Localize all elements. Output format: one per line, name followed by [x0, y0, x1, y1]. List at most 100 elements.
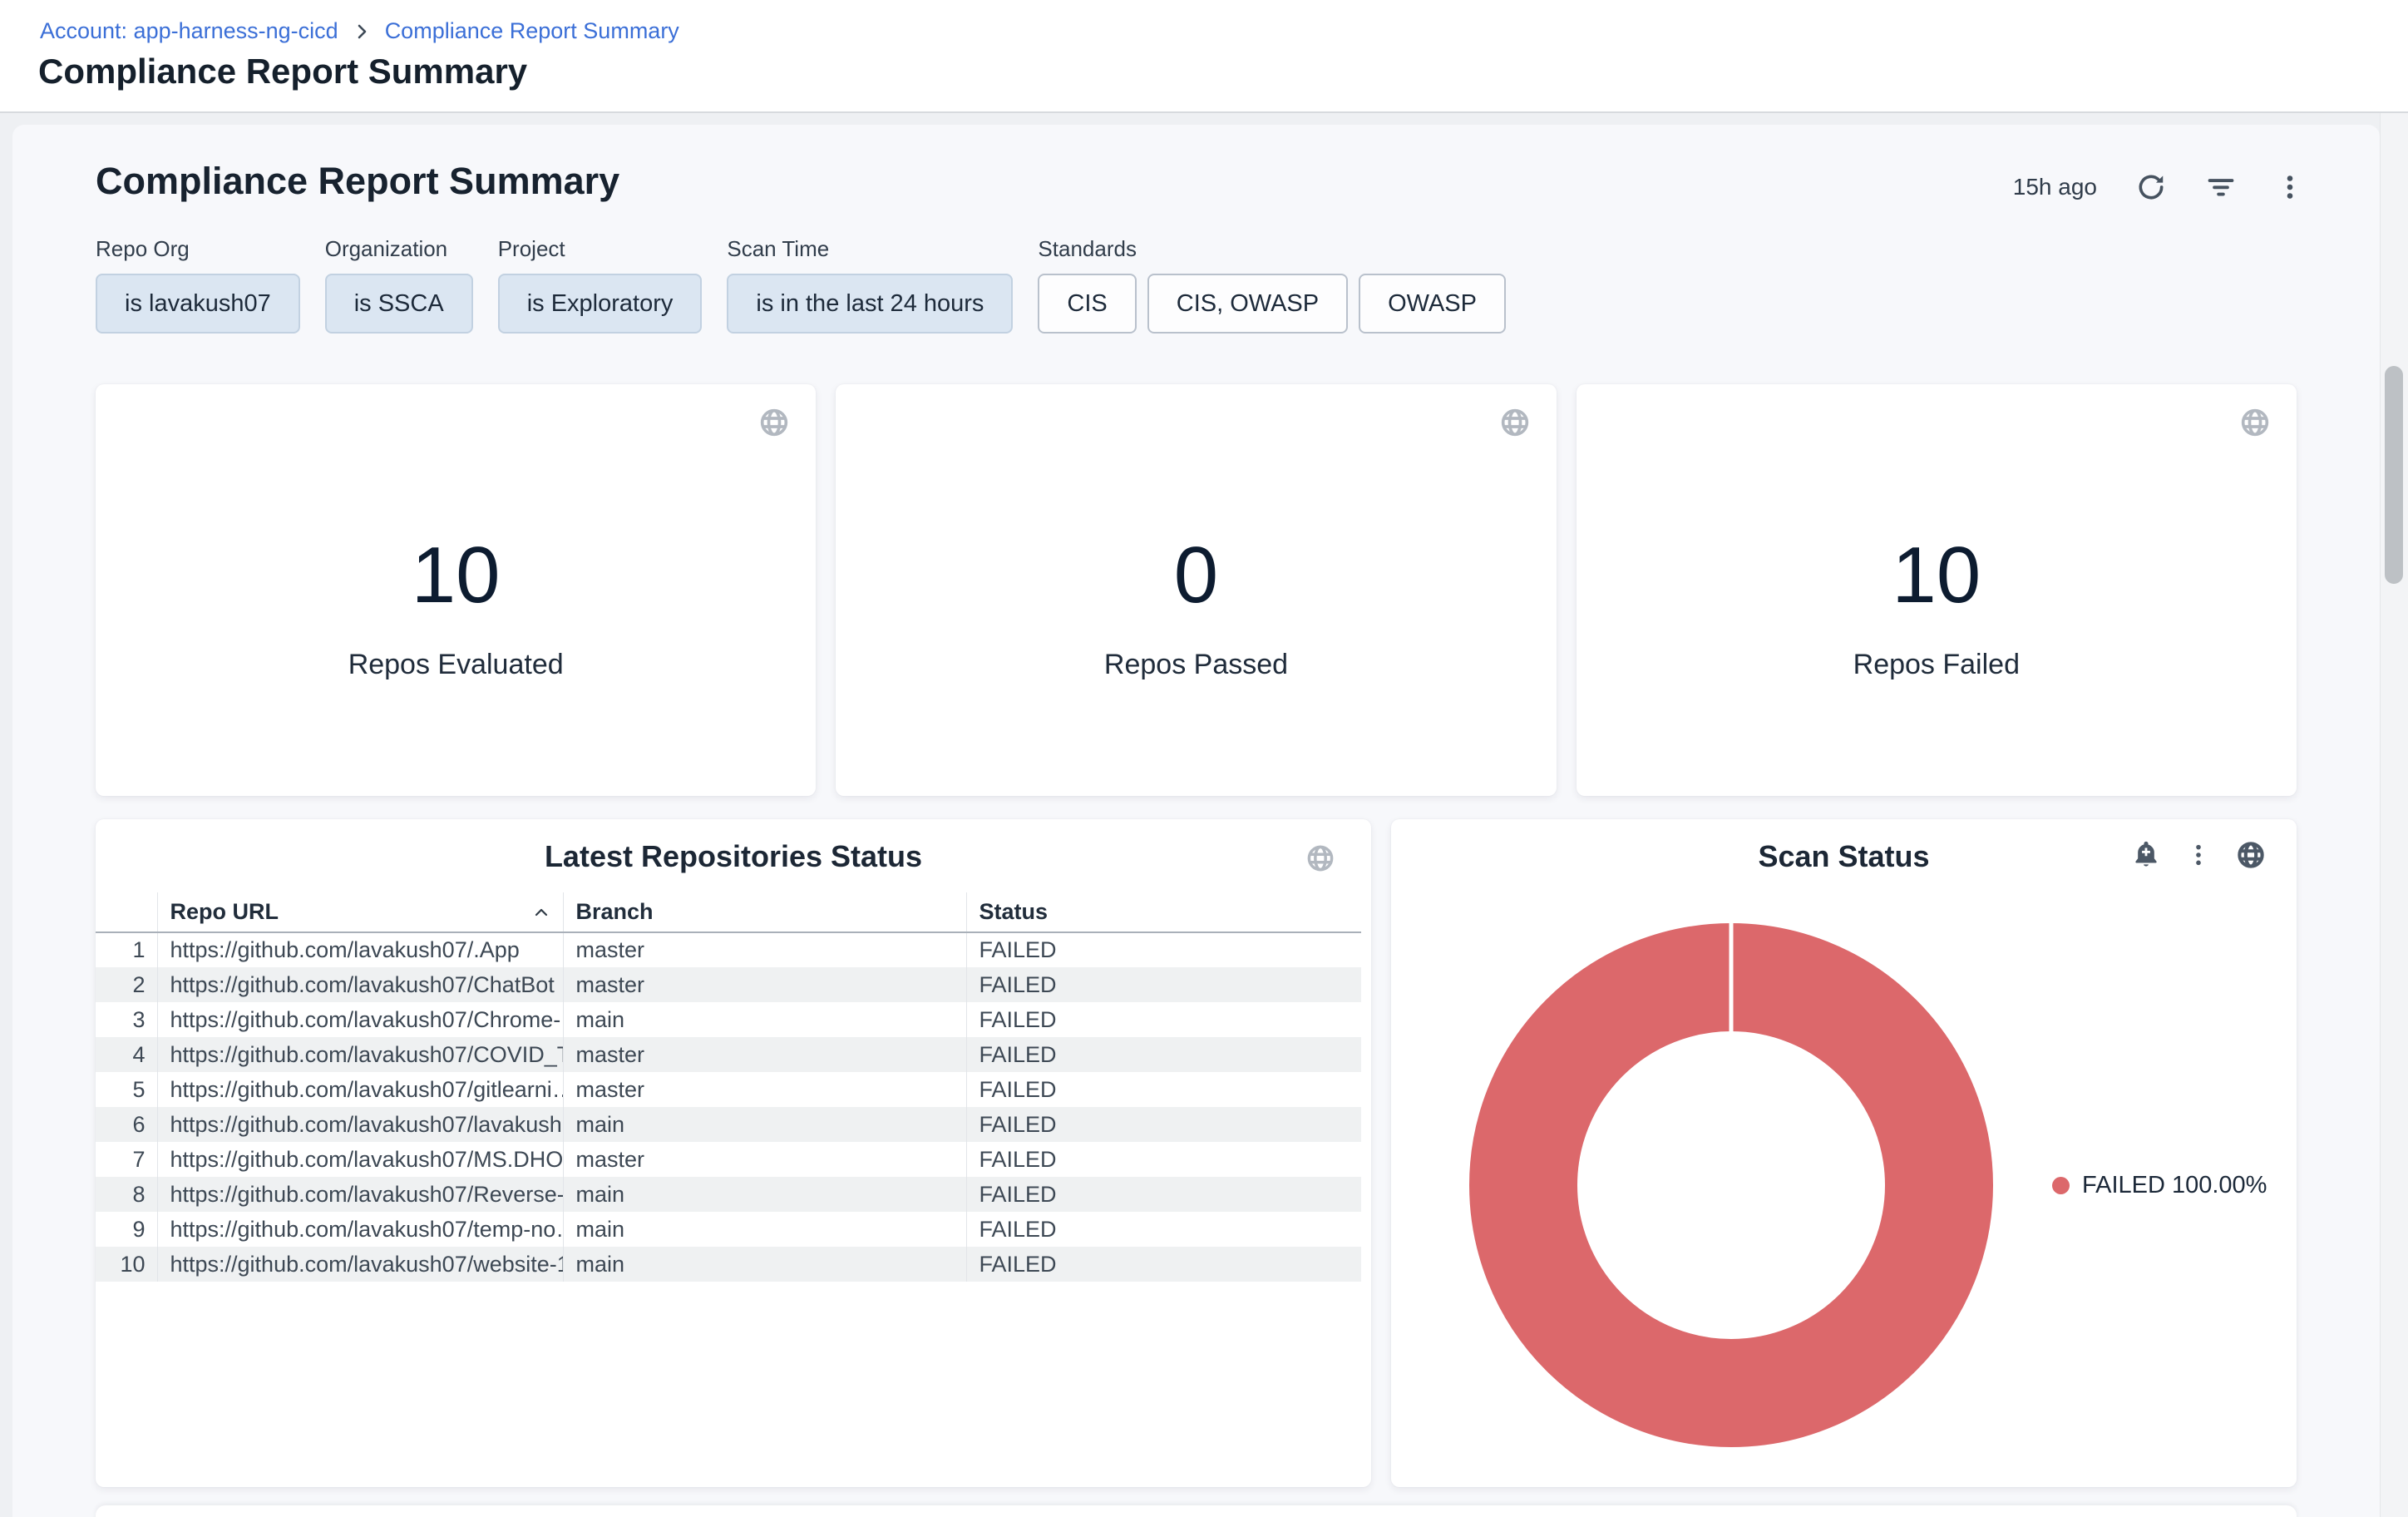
- cell-repo-url: https://github.com/lavakush07/website-1: [157, 1247, 563, 1282]
- column-label: Status: [979, 899, 1049, 924]
- filter-button[interactable]: [2205, 171, 2237, 203]
- table-row: 8https://github.com/lavakush07/Reverse-……: [96, 1177, 1361, 1212]
- filter-organization: Organization is SSCA: [325, 236, 473, 334]
- dashboard-title: Compliance Report Summary: [96, 160, 619, 203]
- cell-status: FAILED: [966, 932, 1361, 967]
- alert-bell-button[interactable]: [2130, 839, 2162, 871]
- column-header-repo-url[interactable]: Repo URL: [157, 892, 563, 932]
- standards-option-cis[interactable]: CIS: [1038, 274, 1136, 334]
- cell-status: FAILED: [966, 967, 1361, 1002]
- page-header: Account: app-harness-ng-cicd Compliance …: [0, 0, 2408, 113]
- globe-icon: [1305, 843, 1336, 874]
- row-number: 9: [96, 1212, 157, 1247]
- table-header-row: Repo URL Branch Status: [96, 892, 1361, 932]
- dashboard-actions: 15h ago: [2013, 171, 2305, 203]
- filter-icon: [2205, 171, 2237, 203]
- refresh-icon: [2135, 171, 2167, 203]
- tile-content: 0 Repos Passed: [1104, 536, 1288, 681]
- standards-option-owasp[interactable]: OWASP: [1359, 274, 1506, 334]
- tile-label: Repos Passed: [1104, 649, 1288, 681]
- breadcrumb-current-link[interactable]: Compliance Report Summary: [385, 18, 679, 44]
- row-number: 3: [96, 1002, 157, 1037]
- cell-branch: main: [563, 1002, 966, 1037]
- cell-status: FAILED: [966, 1247, 1361, 1282]
- cell-status: FAILED: [966, 1142, 1361, 1177]
- filter-organization-chip[interactable]: is SSCA: [325, 274, 473, 334]
- breadcrumb-account-link[interactable]: Account: app-harness-ng-cicd: [40, 18, 338, 44]
- column-header-branch[interactable]: Branch: [563, 892, 966, 932]
- filter-standards: Standards CIS CIS, OWASP OWASP: [1038, 236, 1506, 334]
- filter-repo-org: Repo Org is lavakush07: [96, 236, 300, 334]
- cell-repo-url: https://github.com/lavakush07/COVID_T…: [157, 1037, 563, 1072]
- cell-repo-url: https://github.com/lavakush07/lavakush…: [157, 1107, 563, 1142]
- column-header-status[interactable]: Status: [966, 892, 1361, 932]
- tile-content: 10 Repos Failed: [1853, 536, 2020, 681]
- page-title: Compliance Report Summary: [38, 52, 527, 91]
- filter-scan-time-chip[interactable]: is in the last 24 hours: [727, 274, 1013, 334]
- globe-icon: [757, 406, 791, 439]
- filter-label: Project: [498, 236, 703, 262]
- tile-repos-failed: 10 Repos Failed: [1577, 384, 2297, 796]
- cell-repo-url: https://github.com/lavakush07/temp-no…: [157, 1212, 563, 1247]
- standards-option-cis-owasp[interactable]: CIS, OWASP: [1147, 274, 1348, 334]
- sort-ascending-icon: [531, 902, 551, 922]
- filter-repo-org-chip[interactable]: is lavakush07: [96, 274, 300, 334]
- row-number: 4: [96, 1037, 157, 1072]
- cell-branch: main: [563, 1107, 966, 1142]
- row-number: 5: [96, 1072, 157, 1107]
- cell-repo-url: https://github.com/lavakush07/.App: [157, 932, 563, 967]
- row-number-header: [96, 892, 157, 932]
- tile-label: Repos Evaluated: [348, 649, 564, 681]
- globe-icon: [2235, 839, 2267, 871]
- table-row: 6https://github.com/lavakush07/lavakush……: [96, 1107, 1361, 1142]
- bottom-panels-row: Latest Repositories Status Repo URL Bran…: [96, 819, 2297, 1487]
- more-options-button[interactable]: [2275, 172, 2305, 202]
- cell-branch: master: [563, 967, 966, 1002]
- cell-status: FAILED: [966, 1177, 1361, 1212]
- cell-status: FAILED: [966, 1002, 1361, 1037]
- tile-repos-evaluated: 10 Repos Evaluated: [96, 384, 816, 796]
- globe-icon: [1498, 406, 1532, 439]
- vertical-scrollbar-track: [2380, 113, 2408, 1517]
- row-number: 1: [96, 932, 157, 967]
- table-row: 7https://github.com/lavakush07/MS.DHO…ma…: [96, 1142, 1361, 1177]
- filter-bar: Repo Org is lavakush07 Organization is S…: [96, 236, 1506, 334]
- cell-branch: main: [563, 1247, 966, 1282]
- cell-status: FAILED: [966, 1212, 1361, 1247]
- cell-status: FAILED: [966, 1037, 1361, 1072]
- row-number: 7: [96, 1142, 157, 1177]
- filter-label: Scan Time: [727, 236, 1013, 262]
- cell-repo-url: https://github.com/lavakush07/ChatBot: [157, 967, 563, 1002]
- scan-status-panel: Scan Status FAILED 100.00%: [1391, 819, 2297, 1487]
- cell-repo-url: https://github.com/lavakush07/MS.DHO…: [157, 1142, 563, 1177]
- row-number: 8: [96, 1177, 157, 1212]
- cell-branch: master: [563, 1072, 966, 1107]
- tile-value: 10: [1892, 536, 1981, 615]
- repositories-table: Repo URL Branch Status 1https://github.c…: [96, 892, 1361, 1282]
- tile-repos-passed: 0 Repos Passed: [836, 384, 1556, 796]
- refresh-button[interactable]: [2135, 171, 2167, 203]
- cell-repo-url: https://github.com/lavakush07/gitlearni…: [157, 1072, 563, 1107]
- cell-branch: main: [563, 1177, 966, 1212]
- filter-project: Project is Exploratory: [498, 236, 703, 334]
- legend-failed-label: FAILED 100.00%: [2082, 1172, 2267, 1199]
- cell-branch: master: [563, 1037, 966, 1072]
- chart-legend: FAILED 100.00%: [2052, 1172, 2267, 1199]
- globe-icon: [2238, 406, 2272, 439]
- table-row: 9https://github.com/lavakush07/temp-no…m…: [96, 1212, 1361, 1247]
- cell-branch: master: [563, 1142, 966, 1177]
- bell-plus-icon: [2130, 839, 2162, 871]
- kebab-menu-icon: [2275, 172, 2305, 202]
- chevron-right-icon: [352, 22, 372, 42]
- cell-branch: main: [563, 1212, 966, 1247]
- next-panel-partial: [96, 1505, 2297, 1517]
- scan-panel-actions: [2130, 839, 2267, 871]
- table-row: 4https://github.com/lavakush07/COVID_T…m…: [96, 1037, 1361, 1072]
- cell-status: FAILED: [966, 1107, 1361, 1142]
- filter-label: Repo Org: [96, 236, 300, 262]
- vertical-scrollbar-thumb[interactable]: [2385, 366, 2403, 584]
- column-label: Repo URL: [170, 899, 279, 924]
- filter-project-chip[interactable]: is Exploratory: [498, 274, 703, 334]
- tile-menu-button[interactable]: [2185, 842, 2212, 868]
- table-row: 5https://github.com/lavakush07/gitlearni…: [96, 1072, 1361, 1107]
